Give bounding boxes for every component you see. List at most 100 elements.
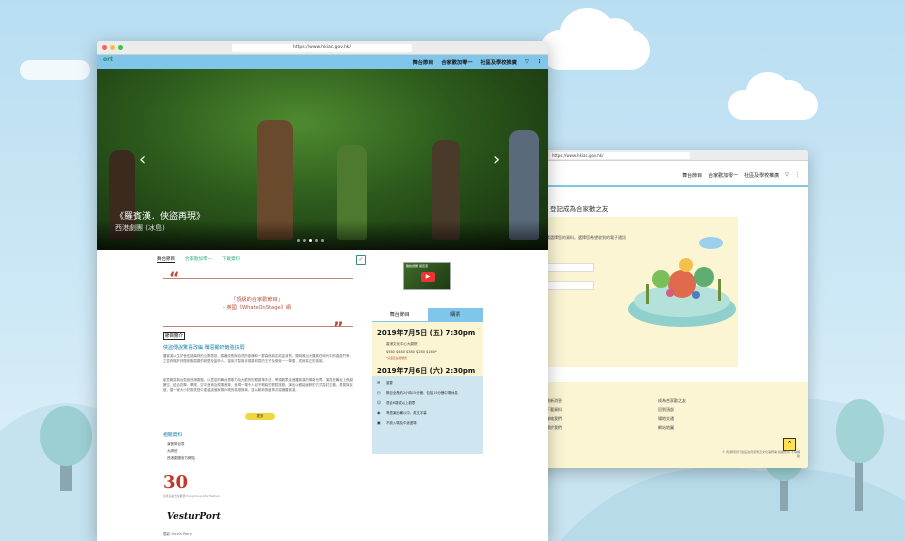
cloud bbox=[540, 8, 650, 70]
panel-description: 請選擇您的資料，選擇您希望收到的電子通訊 bbox=[546, 235, 626, 240]
video-thumbnail[interactable]: 雜技劇團 羅賓漢 ▶ bbox=[403, 262, 451, 290]
section-tag: 節目簡介 bbox=[163, 332, 185, 340]
footer-link[interactable]: 成為合家歡之友 bbox=[658, 396, 686, 405]
door-icon: ▣ bbox=[377, 420, 381, 425]
info-item: 節目全長約2小時15分鐘，包括15分鐘中場休息 bbox=[386, 391, 458, 395]
related-title: 相關資料 bbox=[163, 433, 183, 438]
section-title: 俠盜傳說驚喜改編 殲惡鋤奸鏟強扶弱 bbox=[163, 345, 245, 351]
filter-icon[interactable]: ▽ bbox=[785, 172, 789, 179]
site-logo[interactable]: ort bbox=[103, 56, 113, 63]
photo-credit: 攝影: Kevin Parry bbox=[163, 532, 192, 536]
minimize-button[interactable] bbox=[110, 45, 115, 50]
clock-icon: ◷ bbox=[377, 390, 381, 395]
nav-item-family[interactable]: 合家歡加零一 bbox=[441, 59, 472, 66]
address-bar[interactable]: https://www.hkiac.gov.hk/ bbox=[232, 44, 412, 52]
carousel-dot[interactable] bbox=[297, 239, 300, 242]
info-item: 粵語演出輔以中、英文字幕 bbox=[386, 411, 427, 415]
play-icon[interactable]: ▶ bbox=[421, 272, 435, 282]
vesturport-logo: VesturPort bbox=[167, 512, 221, 522]
press-quote: 「頂級的合家歡節目」 - 英國《WhatsOnStage》網 bbox=[167, 296, 347, 312]
video-title: 雜技劇團 羅賓漢 bbox=[406, 264, 428, 268]
email-field[interactable] bbox=[546, 281, 594, 290]
browser-window-secondary: https://www.hkiac.gov.hk/ 舞台節目 合家歡加零一 社區… bbox=[530, 150, 808, 468]
tab-tickets[interactable]: 購票 bbox=[427, 308, 483, 322]
address-bar[interactable]: https://www.hkiac.gov.hk/ bbox=[550, 152, 690, 159]
nav-item-community[interactable]: 社區及學校推廣 bbox=[744, 172, 779, 179]
important-info: ✉ 重要 ◷ 節目全長約2小時15分鐘，包括15分鐘中場休息 ☺ 適合6歲或以上… bbox=[372, 376, 483, 454]
language-icon: ◉ bbox=[377, 410, 381, 415]
browser-chrome: https://www.hkiac.gov.hk/ bbox=[97, 41, 548, 55]
window-controls bbox=[102, 45, 123, 50]
nav-item-community[interactable]: 社區及學校推廣 bbox=[480, 59, 516, 66]
more-button[interactable]: 更多 bbox=[245, 413, 275, 420]
page-title: 登記成為合家歡之友 bbox=[550, 205, 609, 213]
site-header: ort 舞台節目 合家歡加零一 社區及學校推廣 ▽ ⋮ bbox=[97, 55, 548, 69]
carousel-dot[interactable] bbox=[315, 239, 318, 242]
registration-panel: 請選擇您的資料，選擇您希望收到的電子通訊 bbox=[546, 217, 738, 367]
close-button[interactable] bbox=[102, 45, 107, 50]
nav-item-stage[interactable]: 舞台節目 bbox=[682, 172, 702, 179]
footer-link[interactable]: 回到頂部 bbox=[658, 405, 686, 414]
browser-window-main: https://www.hkiac.gov.hk/ ort 舞台節目 合家歡加零… bbox=[97, 41, 548, 541]
calendar-icon[interactable]: ✓ bbox=[356, 255, 366, 265]
quote-source: - 英國《WhatsOnStage》網 bbox=[222, 305, 292, 311]
carousel-dot[interactable] bbox=[321, 239, 324, 242]
name-field[interactable] bbox=[546, 263, 594, 272]
hero-title: 《羅賓漢．俠盜再現》 bbox=[115, 212, 206, 222]
chevron-right-icon[interactable]: › bbox=[493, 149, 500, 170]
carousel-dot[interactable] bbox=[303, 239, 306, 242]
quote-open-icon: “ bbox=[169, 268, 180, 287]
footer-link[interactable]: 下載資料 bbox=[546, 405, 562, 414]
nav-item-stage[interactable]: 舞台節目 bbox=[413, 59, 434, 66]
person-icon: ☺ bbox=[377, 400, 382, 405]
main-content: 舞台節目 合家歡加零一 下載資料 ✓ “ 「頂級的合家歡節目」 - 英國《Wha… bbox=[97, 250, 548, 540]
footer-link[interactable]: 網站地圖 bbox=[658, 423, 686, 432]
tab-downloads[interactable]: 下載資料 bbox=[222, 256, 240, 263]
main-nav: 舞台節目 合家歡加零一 社區及學校推廣 ▽ ⋮ bbox=[682, 172, 800, 179]
hero-carousel[interactable]: ‹ › 《羅賓漢．俠盜再現》 西港劇團 (冰島) bbox=[97, 69, 548, 250]
main-nav: 舞台節目 合家歡加零一 社區及學校推廣 ▽ ⋮ bbox=[413, 59, 542, 66]
illustration-island bbox=[628, 237, 736, 327]
show-venue: 香港文化中心大劇院 bbox=[386, 342, 418, 346]
divider bbox=[163, 326, 353, 327]
chevron-left-icon[interactable]: ‹ bbox=[139, 149, 146, 170]
show-date: 2019年7月6日 (六) 2:30pm bbox=[377, 367, 476, 375]
browser-chrome: https://www.hkiac.gov.hk/ bbox=[530, 150, 808, 161]
hero-subtitle: 西港劇團 (冰島) bbox=[115, 224, 165, 232]
footer-link[interactable]: 場地交通 bbox=[658, 414, 686, 423]
info-item: 不設入場及中途進場 bbox=[386, 421, 417, 425]
content-tabs: 舞台節目 合家歡加零一 下載資料 bbox=[157, 256, 240, 263]
price-note: *兒童及長者優惠 bbox=[386, 356, 407, 360]
maximize-button[interactable] bbox=[118, 45, 123, 50]
cloud bbox=[20, 60, 90, 80]
footer-link[interactable]: 聯絡我們 bbox=[546, 414, 562, 423]
more-vertical-icon[interactable]: ⋮ bbox=[795, 172, 800, 179]
footer-link[interactable]: 關於我們 bbox=[546, 423, 562, 432]
site-footer: 最新消息 下載資料 聯絡我們 關於我們 成為合家歡之友 回到頂部 場地交通 網站… bbox=[530, 382, 808, 468]
tab-programme[interactable]: 舞台節目 bbox=[372, 308, 428, 322]
tab-family[interactable]: 合家歡加零一 bbox=[185, 256, 212, 263]
nav-item-family[interactable]: 合家歡加零一 bbox=[708, 172, 738, 179]
description-paragraph: 羅賓漢以生於舍伍德森林的山野男孩，隨著成長與自然的靈魂和一群森林朋友劫富濟貧，隨… bbox=[163, 354, 353, 363]
megaphone-icon: ✉ bbox=[377, 380, 381, 385]
show-prices: $580 $480 $380 $280 $180* bbox=[386, 350, 437, 354]
divider bbox=[163, 278, 353, 279]
related-link[interactable]: 演藝節目表 bbox=[167, 442, 185, 447]
info-item: 適合6歲或以上觀眾 bbox=[386, 401, 416, 405]
quote-line: 「頂級的合家歡節目」 bbox=[231, 297, 283, 303]
footer-col-1: 最新消息 下載資料 聯絡我們 關於我們 bbox=[546, 396, 562, 432]
show-date: 2019年7月5日 (五) 7:30pm bbox=[377, 329, 476, 337]
carousel-pager bbox=[297, 239, 324, 242]
more-vertical-icon[interactable]: ⋮ bbox=[537, 59, 542, 66]
anniversary-logo-caption: 香港兒童合家歡節 Hong Kong Arts Festival bbox=[163, 494, 220, 498]
info-heading: 重要 bbox=[386, 381, 393, 385]
filter-icon[interactable]: ▽ bbox=[525, 59, 529, 66]
quote-close-icon: ” bbox=[333, 318, 344, 337]
related-link[interactable]: 大師班 bbox=[167, 449, 178, 454]
related-link[interactable]: 西港劇團官方網站 bbox=[167, 456, 195, 461]
tab-stage[interactable]: 舞台節目 bbox=[157, 256, 175, 263]
footer-link[interactable]: 最新消息 bbox=[546, 396, 562, 405]
info-tabs: 舞台節目 購票 bbox=[372, 308, 483, 322]
site-header: 舞台節目 合家歡加零一 社區及學校推廣 ▽ ⋮ bbox=[530, 161, 808, 187]
carousel-dot-active[interactable] bbox=[309, 239, 312, 242]
